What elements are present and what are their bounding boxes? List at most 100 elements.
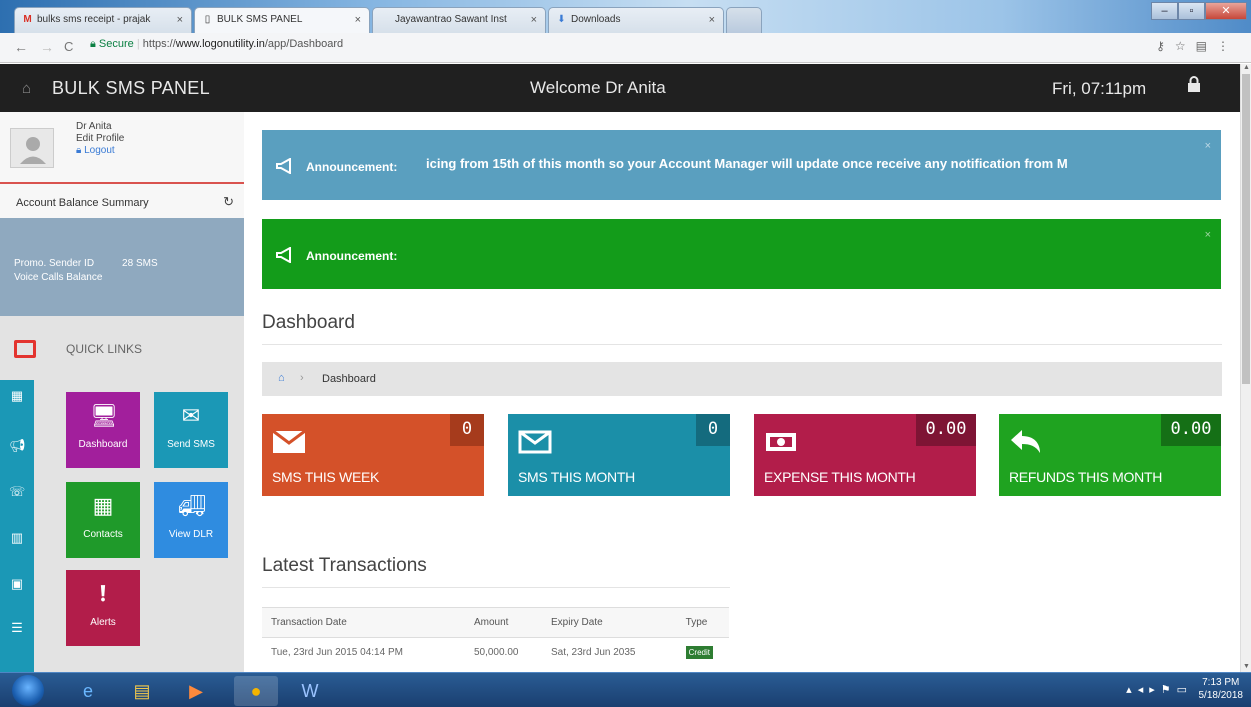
page-icon: ▯ (204, 14, 211, 25)
stat-card-sms-week[interactable]: 0 SMS THIS WEEK (262, 414, 484, 496)
forward-icon[interactable]: → (40, 39, 54, 55)
divider (262, 587, 730, 588)
tab-title: bulks sms receipt - prajak (37, 14, 151, 25)
briefcase-icon[interactable]: ▣ (9, 576, 25, 592)
start-button[interactable] (12, 675, 44, 706)
avatar (10, 128, 54, 168)
browser-tab-strip: M bulks sms receipt - prajak × ▯ BULK SM… (0, 0, 1251, 34)
edit-profile-link[interactable]: Edit Profile (76, 133, 124, 145)
stat-value: 0.00 (916, 414, 976, 446)
url-path: /app/Dashboard (264, 38, 344, 50)
side-icon-column: ▦ 📢︎ ☏ ▥ ▣ ☰ (0, 380, 34, 672)
quick-link-alerts[interactable]: ❗︎ Alerts (66, 570, 140, 646)
gmail-icon: M (23, 14, 32, 25)
envelope-icon (272, 429, 306, 453)
latest-transactions-title: Latest Transactions (262, 555, 427, 576)
quick-link-dashboard[interactable]: 🖥︎ Dashboard (66, 392, 140, 468)
close-tab-icon[interactable]: × (709, 14, 715, 26)
url-field[interactable]: 🔒︎ Secure | https://www.logonutility.in/… (90, 38, 343, 51)
close-window-icon[interactable]: ✕ (1205, 2, 1247, 20)
browser-tab[interactable]: M bulks sms receipt - prajak × (14, 7, 192, 33)
browser-tab-active[interactable]: ▯ BULK SMS PANEL × (194, 7, 370, 34)
user-name: Dr Anita (76, 121, 112, 132)
column-header[interactable]: Type (676, 607, 729, 638)
close-tab-icon[interactable]: × (355, 14, 361, 26)
column-header[interactable]: Amount (464, 607, 542, 638)
home-icon[interactable]: ⌂ (278, 372, 285, 384)
stat-card-sms-month[interactable]: 0 SMS THIS MONTH (508, 414, 730, 496)
user-icon (20, 137, 46, 164)
column-header[interactable]: Transaction Date (262, 607, 465, 638)
account-balance-header: Account Balance Summary ↻ (0, 182, 244, 218)
page-scrollbar[interactable]: ▲ ▼ (1240, 64, 1251, 672)
back-icon[interactable]: ← (14, 39, 28, 55)
scroll-up-icon[interactable]: ▲ (1243, 64, 1250, 71)
reload-icon[interactable]: C (64, 39, 73, 54)
promo-value: 28 SMS (122, 258, 158, 269)
system-tray-icons[interactable]: ▴◂▸⚑▭ (1126, 683, 1193, 696)
list-icon[interactable]: ☰ (9, 620, 25, 636)
announcement-label: Announcement: (306, 249, 398, 263)
stat-card-expense[interactable]: 0.00 EXPENSE THIS MONTH (754, 414, 976, 496)
promo-balance: Promo. Sender ID 28 SMS (14, 258, 158, 269)
refresh-icon[interactable]: ↻ (223, 194, 234, 210)
close-icon[interactable]: × (1205, 140, 1211, 152)
home-icon[interactable]: ⌂ (22, 80, 31, 97)
internet-explorer-icon[interactable]: e (66, 676, 110, 706)
chrome-icon[interactable]: ● (234, 676, 278, 706)
chart-icon[interactable]: ▥ (9, 530, 25, 546)
scrollbar-thumb[interactable] (1242, 74, 1250, 384)
tile-label: Contacts (83, 529, 123, 540)
address-bar: ← → C 🔒︎ Secure | https://www.logonutili… (0, 33, 1251, 63)
quick-link-view-dlr[interactable]: 🚚︎ View DLR (154, 482, 228, 558)
minimize-icon[interactable]: – (1151, 2, 1178, 20)
taskbar: e ▤ ▶ ● W ▴◂▸⚑▭ 7:13 PM 5/18/2018 (0, 672, 1251, 707)
tile-label: Alerts (90, 617, 116, 628)
envelope-outline-icon (518, 430, 552, 454)
table-icon: ▦ (92, 493, 114, 518)
truck-icon: 🚚︎ (178, 493, 206, 518)
brand-title[interactable]: BULK SMS PANEL (52, 78, 210, 99)
lock-icon[interactable] (1187, 76, 1201, 92)
lock-icon: 🔒︎ (90, 38, 96, 50)
quick-links-header: QUICK LINKS (14, 340, 143, 358)
breadcrumb-current: Dashboard (322, 373, 376, 385)
scroll-down-icon[interactable]: ▼ (1243, 663, 1250, 670)
transaction-type-cell: Credit (676, 637, 729, 668)
table-header-row: Transaction Date Amount Expiry Date Type (262, 607, 729, 638)
new-tab-button[interactable] (726, 7, 762, 33)
file-explorer-icon[interactable]: ▤ (120, 676, 164, 706)
stat-card-refunds[interactable]: 0.00 REFUNDS THIS MONTH (999, 414, 1221, 496)
screen: M bulks sms receipt - prajak × ▯ BULK SM… (0, 0, 1251, 707)
browser-toolbar-icons[interactable]: ⚷☆▤⋮ (1156, 39, 1239, 53)
type-badge: Credit (685, 646, 713, 660)
close-tab-icon[interactable]: × (177, 14, 183, 26)
voice-balance-label: Voice Calls Balance (14, 272, 103, 283)
quick-link-contacts[interactable]: ▦ Contacts (66, 482, 140, 558)
media-player-icon[interactable]: ▶ (174, 676, 218, 706)
taskbar-clock[interactable]: 7:13 PM 5/18/2018 (1199, 676, 1244, 702)
stat-label: SMS THIS MONTH (518, 469, 635, 485)
browser-tab[interactable]: Jayawantrao Sawant Inst × (372, 7, 546, 33)
app-header: ⌂ BULK SMS PANEL Welcome Dr Anita Fri, 0… (0, 64, 1240, 112)
megaphone-icon[interactable]: 📢︎ (9, 438, 26, 454)
main-content: Announcement: icing from 15th of this mo… (262, 112, 1222, 672)
close-tab-icon[interactable]: × (531, 14, 537, 26)
tab-title: Jayawantrao Sawant Inst (395, 14, 507, 25)
word-icon[interactable]: W (288, 676, 332, 706)
quick-links-label: QUICK LINKS (66, 342, 143, 356)
grid-icon[interactable]: ▦ (9, 388, 25, 404)
announcement-banner: Announcement: × (262, 219, 1221, 289)
column-header[interactable]: Expiry Date (541, 607, 677, 638)
quick-link-send-sms[interactable]: ✉ Send SMS (154, 392, 228, 468)
maximize-icon[interactable]: ▫ (1178, 2, 1205, 20)
breadcrumb: ⌂ › Dashboard (262, 362, 1222, 396)
download-icon: ⬇ (557, 14, 566, 25)
logout-link[interactable]: 🔒︎ Logout (76, 145, 124, 157)
browser-tab[interactable]: ⬇ Downloads × (548, 7, 724, 33)
megaphone-icon (276, 158, 291, 174)
breadcrumb-separator: › (300, 372, 304, 384)
phone-icon[interactable]: ☏ (9, 484, 25, 500)
close-icon[interactable]: × (1205, 229, 1211, 241)
transaction-expiry: Sat, 23rd Jun 2035 (541, 637, 677, 668)
